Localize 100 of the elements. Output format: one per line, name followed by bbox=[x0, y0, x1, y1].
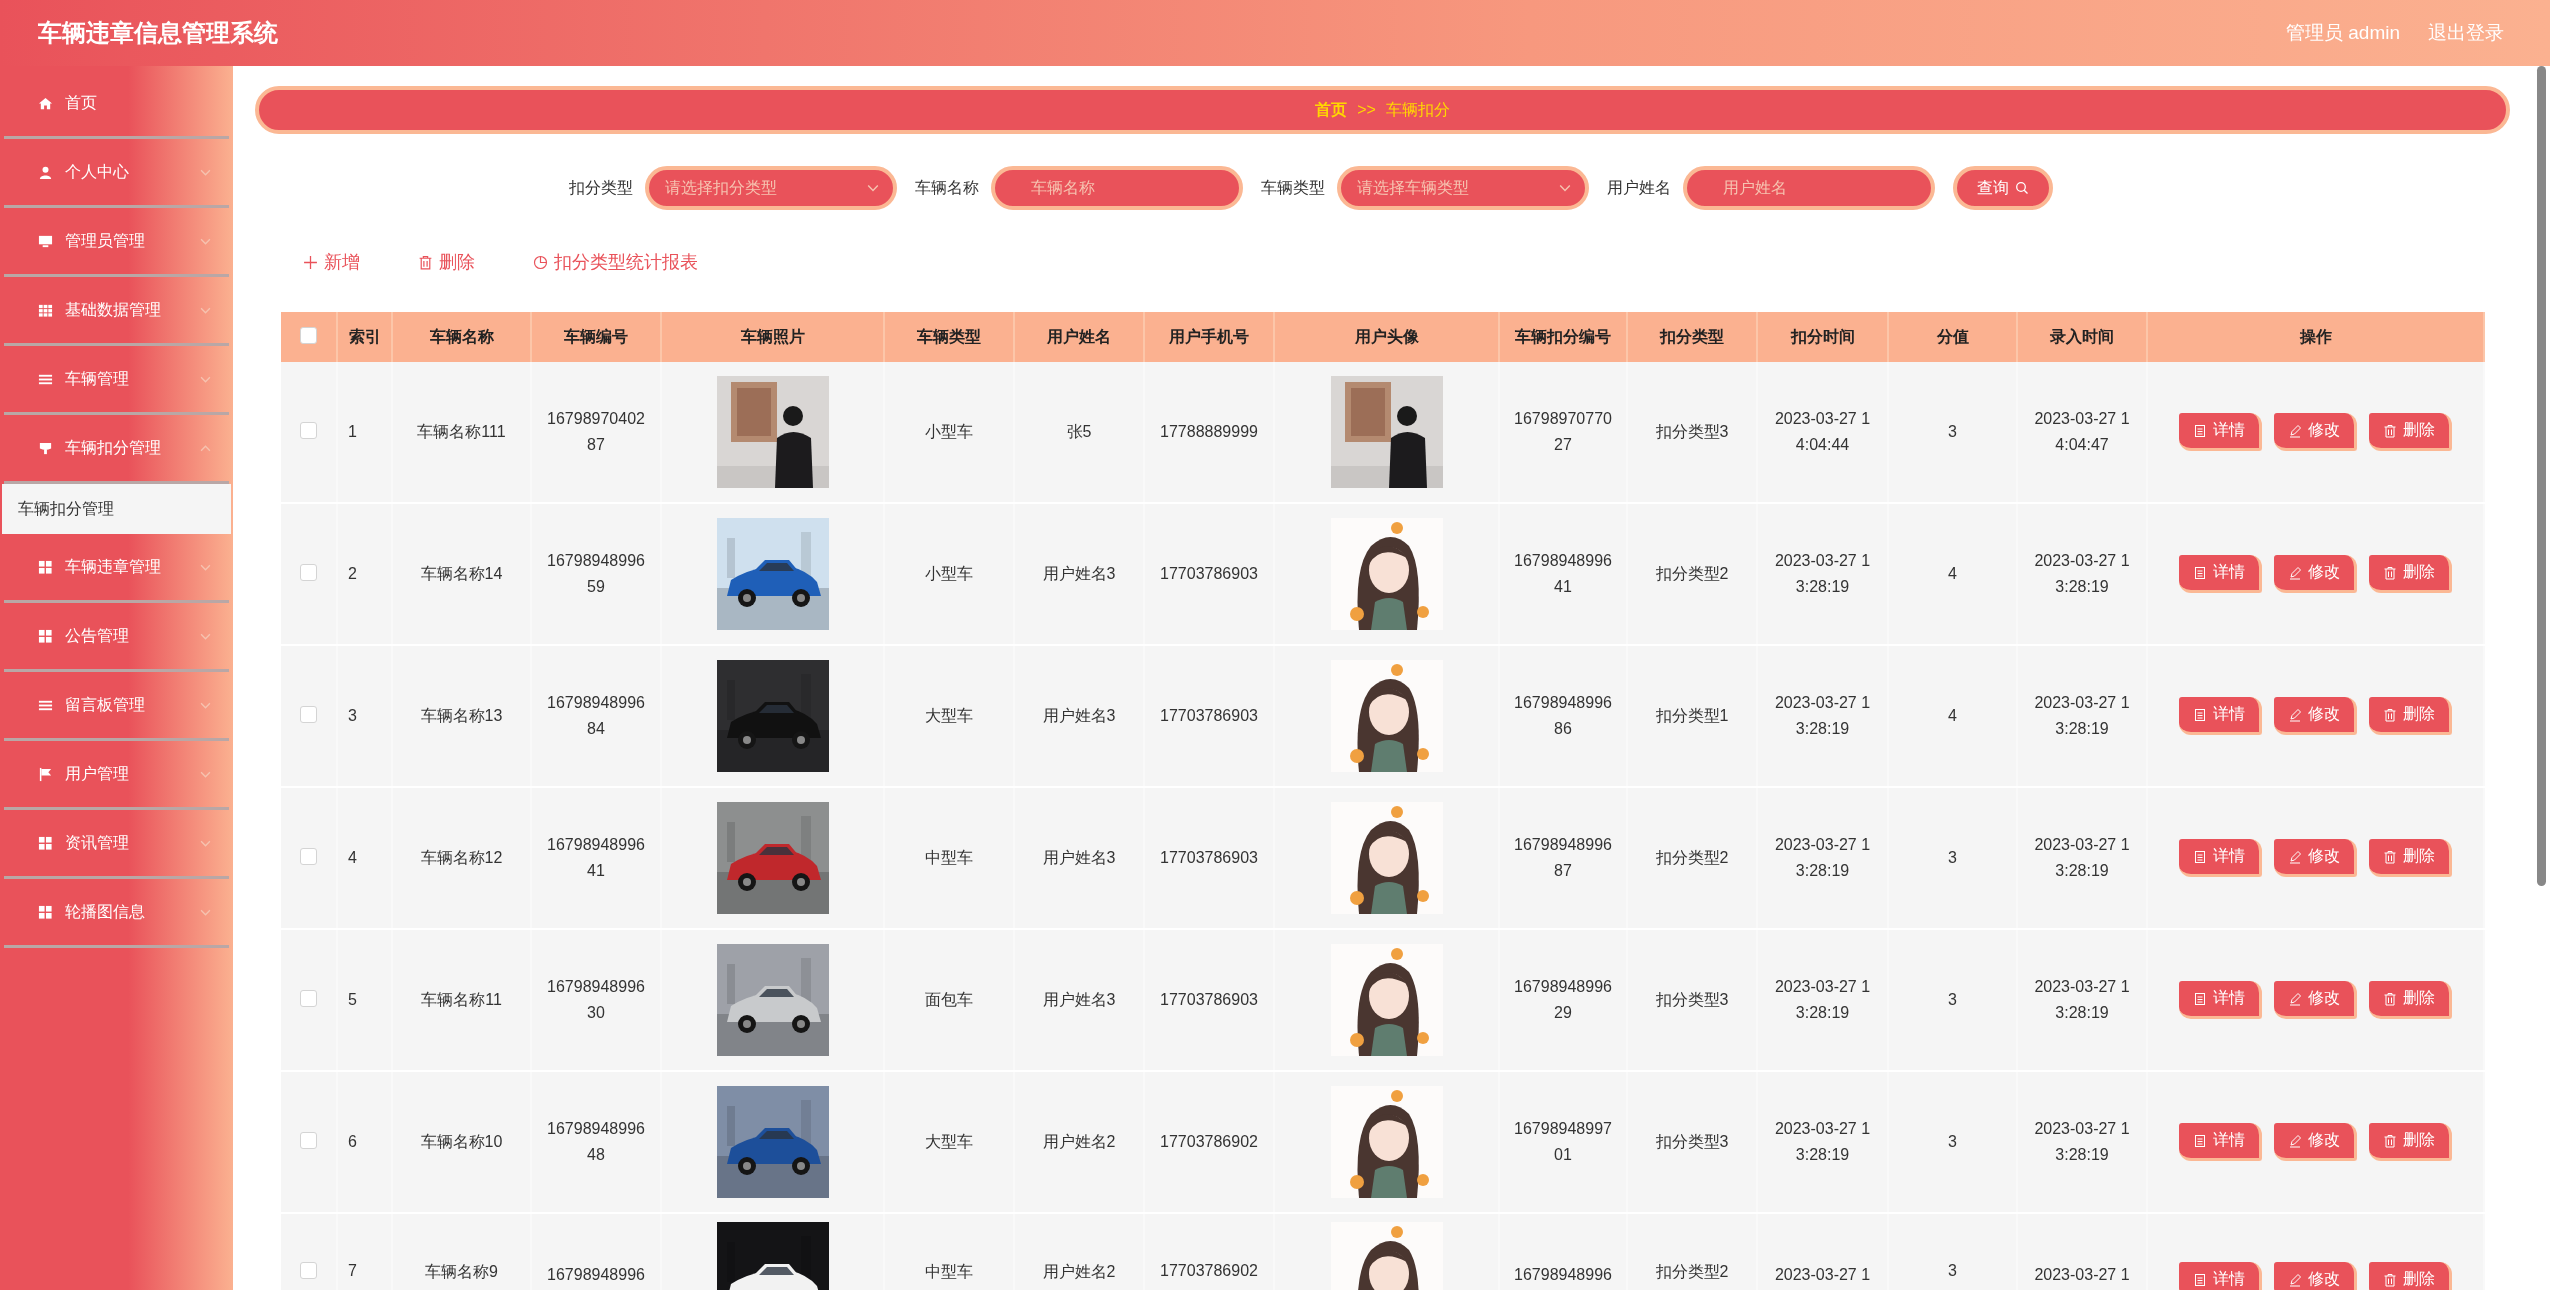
details-button[interactable]: 详情 bbox=[2179, 1262, 2262, 1290]
edit-button[interactable]: 修改 bbox=[2274, 697, 2357, 735]
delete-button[interactable]: 删除 bbox=[2369, 981, 2452, 1019]
table-cell: 16798948996 bbox=[531, 1213, 661, 1290]
field-label: 用户姓名 bbox=[1606, 177, 1671, 198]
edit-button[interactable]: 修改 bbox=[2274, 839, 2357, 877]
chevron-icon bbox=[200, 563, 211, 571]
delete-button[interactable]: 删除 bbox=[2369, 555, 2452, 593]
column-header: 车辆编号 bbox=[531, 312, 661, 362]
sidebar-subitem[interactable]: 车辆扣分管理 bbox=[2, 484, 231, 534]
table-cell: 1679894899629 bbox=[1499, 929, 1627, 1071]
details-button[interactable]: 详情 bbox=[2179, 413, 2262, 451]
input-field[interactable]: 用户姓名 bbox=[1682, 166, 1935, 210]
field-label: 车辆名称 bbox=[914, 177, 979, 198]
pencil-icon bbox=[2288, 707, 2302, 722]
table-cell: 车辆名称13 bbox=[392, 645, 531, 787]
table-cell: 3 bbox=[1888, 929, 2017, 1071]
table-cell: 1679897040287 bbox=[531, 362, 661, 503]
sidebar-item[interactable]: 公告管理 bbox=[4, 603, 229, 672]
table-cell: 17788889999 bbox=[1144, 362, 1274, 503]
table-cell: 17703786903 bbox=[1144, 503, 1274, 645]
add-link[interactable]: 新增 bbox=[303, 250, 360, 274]
delete-button[interactable]: 删除 bbox=[2369, 839, 2452, 877]
edit-button[interactable]: 修改 bbox=[2274, 981, 2357, 1019]
select-all-checkbox[interactable] bbox=[300, 326, 317, 344]
row-checkbox[interactable] bbox=[300, 1131, 317, 1149]
column-header: 操作 bbox=[2147, 312, 2484, 362]
edit-button[interactable]: 修改 bbox=[2274, 555, 2357, 593]
table-cell: 中型车 bbox=[884, 1213, 1014, 1290]
column-header: 录入时间 bbox=[2017, 312, 2147, 362]
table-cell: 1 bbox=[337, 362, 392, 503]
sidebar-item[interactable]: 轮播图信息 bbox=[4, 879, 229, 948]
sidebar-item[interactable]: 基础数据管理 bbox=[4, 277, 229, 346]
sidebar-item[interactable]: 个人中心 bbox=[4, 139, 229, 208]
trash-icon bbox=[2383, 1133, 2397, 1148]
edit-button[interactable]: 修改 bbox=[2274, 413, 2357, 451]
grid-icon bbox=[38, 628, 53, 644]
sidebar-item[interactable]: 车辆违章管理 bbox=[4, 534, 229, 603]
column-header: 分值 bbox=[1888, 312, 2017, 362]
sidebar-item[interactable]: 用户管理 bbox=[4, 741, 229, 810]
table-cell: 车辆名称14 bbox=[392, 503, 531, 645]
grid-icon bbox=[38, 559, 53, 575]
search-button[interactable]: 查询 bbox=[1952, 166, 2053, 210]
sidebar-item[interactable]: 管理员管理 bbox=[4, 208, 229, 277]
delete-button[interactable]: 删除 bbox=[2369, 1123, 2452, 1161]
chevron-icon bbox=[1558, 184, 1571, 192]
scrollbar[interactable] bbox=[2537, 66, 2546, 886]
table-cell: 3 bbox=[337, 645, 392, 787]
report-link[interactable]: 扣分类型统计报表 bbox=[533, 250, 698, 274]
table-cell: 5 bbox=[337, 929, 392, 1071]
edit-button[interactable]: 修改 bbox=[2274, 1262, 2357, 1290]
edit-button[interactable]: 修改 bbox=[2274, 1123, 2357, 1161]
table-cell: 2023-03-27 13:28:19 bbox=[1757, 503, 1888, 645]
sidebar-item[interactable]: 车辆管理 bbox=[4, 346, 229, 415]
select-field[interactable]: 请选择扣分类型 bbox=[644, 166, 897, 210]
logout-link[interactable]: 退出登录 bbox=[2428, 20, 2504, 46]
row-checkbox[interactable] bbox=[300, 421, 317, 439]
chevron-icon bbox=[200, 770, 211, 778]
details-button[interactable]: 详情 bbox=[2179, 981, 2262, 1019]
row-checkbox[interactable] bbox=[300, 989, 317, 1007]
table-cell: 6 bbox=[337, 1071, 392, 1213]
delete-button[interactable]: 删除 bbox=[2369, 697, 2452, 735]
user-icon bbox=[38, 164, 53, 180]
table-cell: 2023-03-27 13:28:19 bbox=[1757, 1071, 1888, 1213]
chevron-icon bbox=[200, 701, 211, 709]
sidebar-item[interactable]: 留言板管理 bbox=[4, 672, 229, 741]
app-title: 车辆违章信息管理系统 bbox=[38, 18, 278, 48]
delete-button[interactable]: 删除 bbox=[2369, 1262, 2452, 1290]
details-button[interactable]: 详情 bbox=[2179, 1123, 2262, 1161]
select-field[interactable]: 请选择车辆类型 bbox=[1336, 166, 1589, 210]
trash-icon bbox=[2383, 707, 2397, 722]
table-cell: 17703786903 bbox=[1144, 929, 1274, 1071]
chevron-icon bbox=[200, 237, 211, 245]
document-icon bbox=[2193, 1133, 2207, 1148]
table-cell: 1679894899701 bbox=[1499, 1071, 1627, 1213]
input-field[interactable]: 车辆名称 bbox=[990, 166, 1243, 210]
sidebar-item[interactable]: 资讯管理 bbox=[4, 810, 229, 879]
chevron-icon bbox=[200, 908, 211, 916]
pencil-icon bbox=[2288, 849, 2302, 864]
details-button[interactable]: 详情 bbox=[2179, 839, 2262, 877]
row-checkbox[interactable] bbox=[300, 847, 317, 865]
table-cell: 扣分类型1 bbox=[1627, 645, 1757, 787]
document-icon bbox=[2193, 565, 2207, 580]
delete-link[interactable]: 删除 bbox=[418, 250, 475, 274]
row-checkbox[interactable] bbox=[300, 705, 317, 723]
row-checkbox[interactable] bbox=[300, 1262, 317, 1279]
table-cell: 大型车 bbox=[884, 1071, 1014, 1213]
row-checkbox[interactable] bbox=[300, 563, 317, 581]
home-icon bbox=[38, 95, 53, 111]
column-header: 扣分类型 bbox=[1627, 312, 1757, 362]
sidebar-item[interactable]: 首页 bbox=[4, 70, 229, 139]
details-button[interactable]: 详情 bbox=[2179, 697, 2262, 735]
table-cell: 扣分类型2 bbox=[1627, 503, 1757, 645]
details-button[interactable]: 详情 bbox=[2179, 555, 2262, 593]
delete-button[interactable]: 删除 bbox=[2369, 413, 2452, 451]
table-cell: 用户姓名3 bbox=[1014, 787, 1144, 929]
breadcrumb-link[interactable]: 首页 bbox=[1315, 99, 1348, 121]
table-cell: 扣分类型3 bbox=[1627, 1071, 1757, 1213]
column-header: 用户手机号 bbox=[1144, 312, 1274, 362]
table-cell: 16798948996 bbox=[1499, 1213, 1627, 1290]
